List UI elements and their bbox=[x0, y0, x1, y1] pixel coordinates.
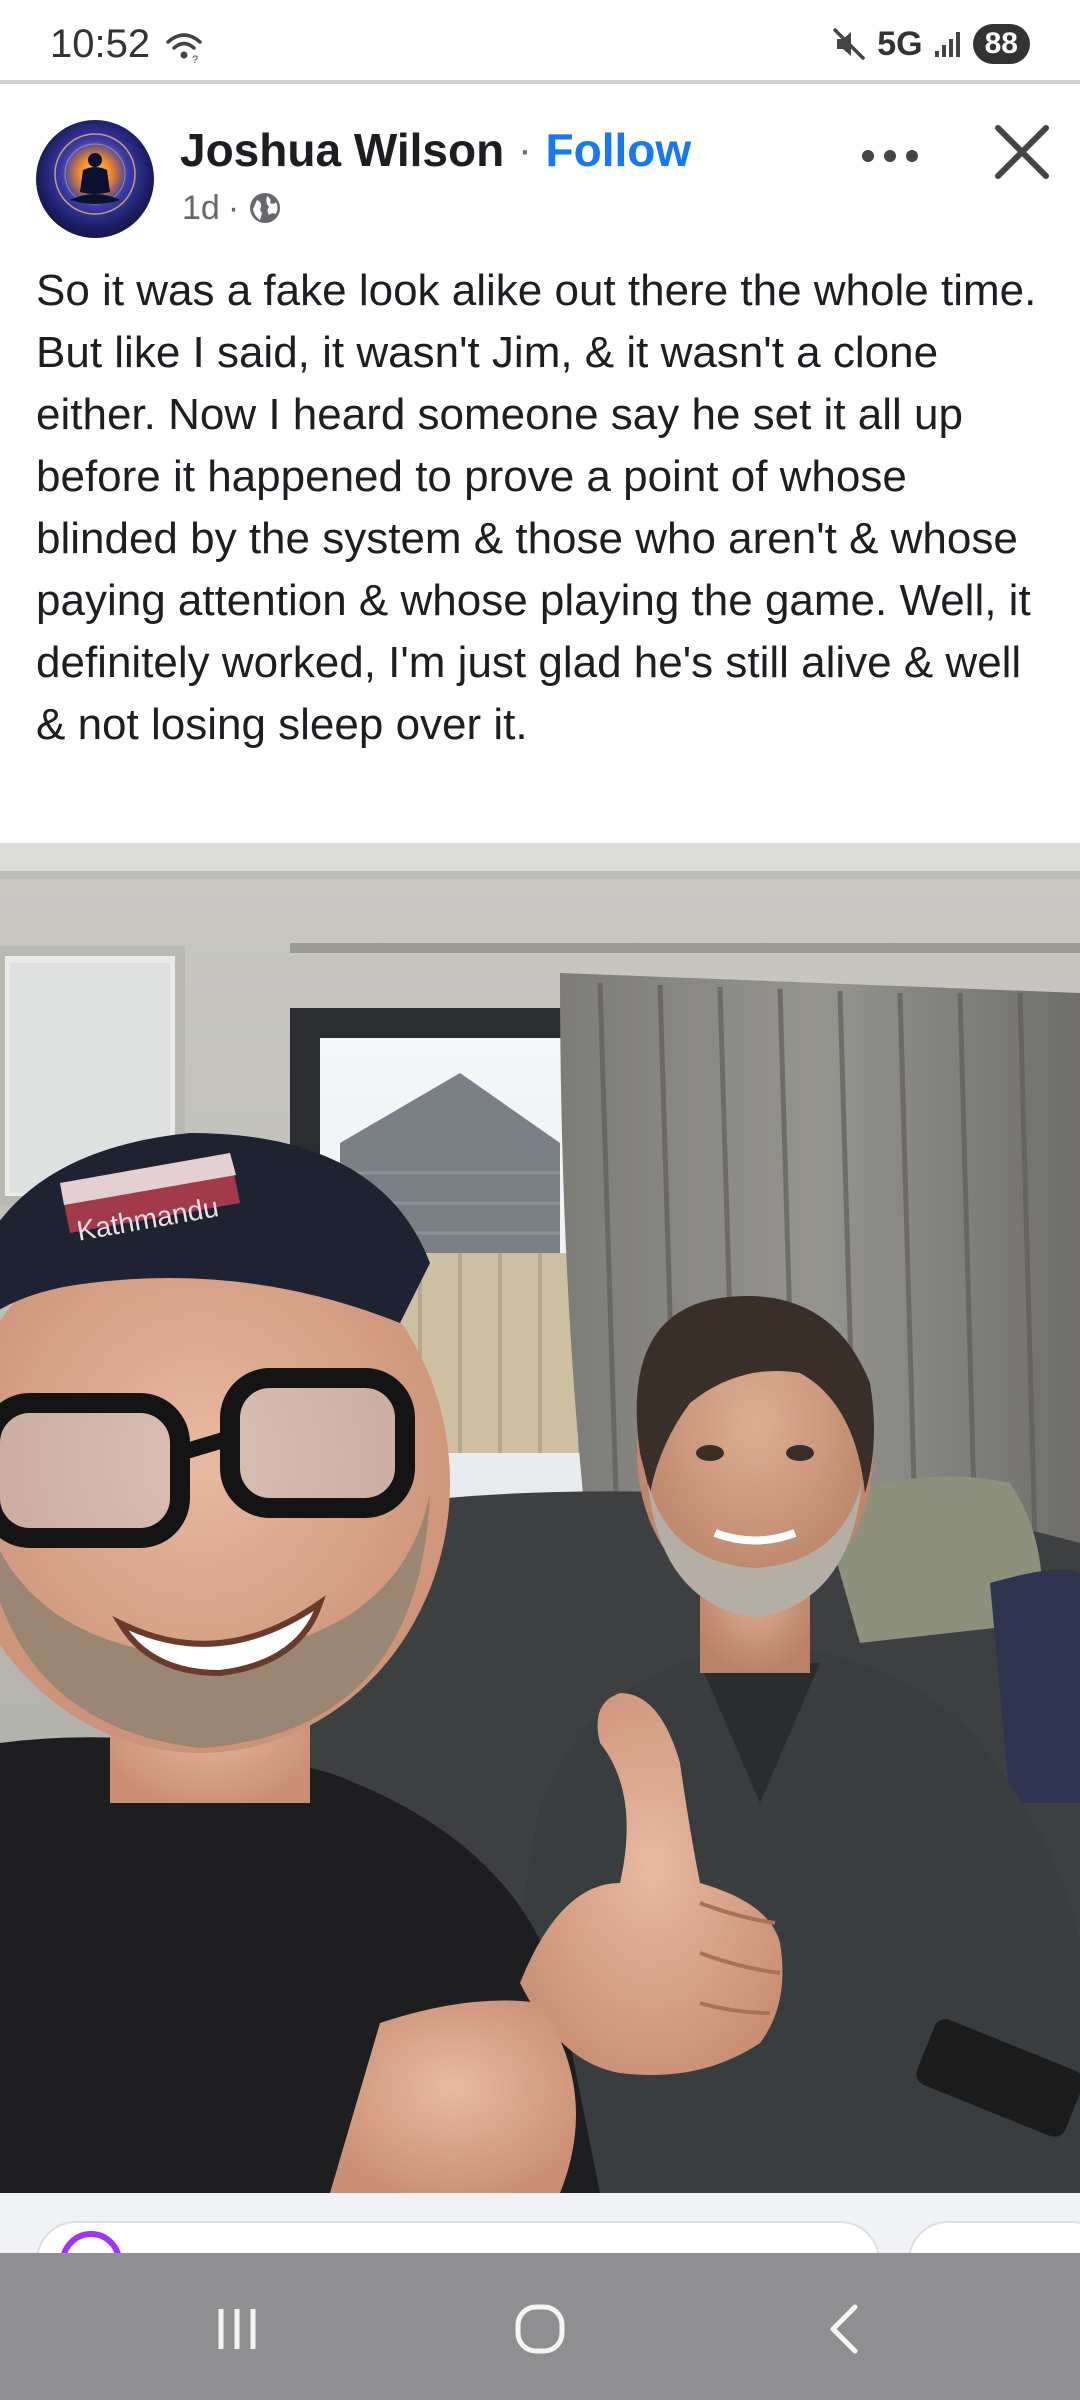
wifi-icon: ? bbox=[166, 33, 202, 64]
network-type: 5G bbox=[877, 24, 923, 63]
home-button[interactable] bbox=[495, 2289, 585, 2369]
separator-dot: · bbox=[518, 127, 532, 172]
meta-separator: · bbox=[227, 188, 240, 227]
comment-composer[interactable] bbox=[36, 2221, 880, 2253]
svg-text:?: ? bbox=[192, 54, 198, 64]
recent-apps-button[interactable] bbox=[192, 2289, 282, 2369]
author-row: Joshua Wilson · Follow bbox=[180, 120, 691, 180]
share-card[interactable] bbox=[908, 2221, 1080, 2253]
post-header: Joshua Wilson · Follow 1d · bbox=[0, 84, 1080, 244]
back-button[interactable] bbox=[800, 2289, 890, 2369]
post-text: So it was a fake look alike out there th… bbox=[36, 266, 1037, 749]
post-time[interactable]: 1d bbox=[182, 189, 220, 228]
system-navigation-bar bbox=[0, 2253, 1080, 2400]
more-options-button[interactable] bbox=[850, 128, 930, 184]
comment-bar-strip bbox=[0, 2193, 1080, 2253]
home-icon bbox=[515, 2304, 565, 2354]
avatar[interactable] bbox=[36, 120, 154, 238]
more-dots-icon bbox=[862, 150, 918, 162]
status-bar: 10:52 ? 5G 88 bbox=[0, 0, 1080, 84]
status-right-group: 5G 88 bbox=[831, 22, 1030, 66]
post-meta: 1d · bbox=[182, 186, 283, 230]
status-time: 10:52 bbox=[50, 22, 151, 66]
author-name[interactable]: Joshua Wilson bbox=[180, 123, 504, 177]
close-icon bbox=[995, 125, 1049, 179]
messenger-icon bbox=[60, 2231, 122, 2253]
mute-icon bbox=[833, 28, 866, 60]
photo-illustration: Kathmandu bbox=[0, 843, 1080, 2193]
close-button[interactable] bbox=[982, 112, 1062, 192]
signal-icon bbox=[934, 32, 960, 57]
back-icon bbox=[830, 2304, 858, 2354]
meditation-figure-icon bbox=[54, 133, 136, 215]
screen: 10:52 ? 5G 88 Joshua Wilson · Follow 1d … bbox=[0, 0, 1080, 2400]
globe-icon bbox=[250, 193, 281, 223]
post-photo[interactable]: Kathmandu bbox=[0, 843, 1080, 2193]
battery-badge: 88 bbox=[972, 24, 1030, 64]
recent-apps-icon bbox=[218, 2309, 256, 2349]
follow-button[interactable]: Follow bbox=[546, 123, 692, 177]
